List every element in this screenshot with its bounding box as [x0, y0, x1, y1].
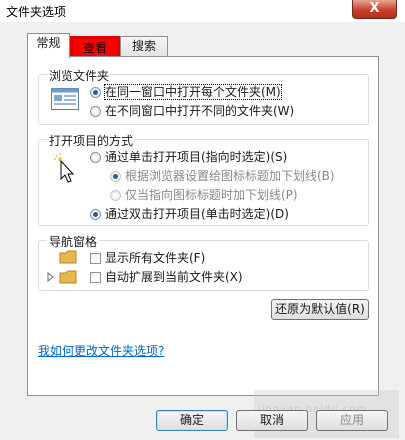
radio-button[interactable]	[90, 106, 101, 117]
folder-icon	[59, 250, 79, 264]
radio-button[interactable]	[90, 87, 101, 98]
radio-double-click-label: 通过双击打开项目(单击时选定)(D)	[105, 207, 289, 221]
checkbox-auto-expand[interactable]: 自动扩展到当前文件夹(X)	[90, 268, 243, 285]
help-link[interactable]: 我如何更改文件夹选项?	[38, 342, 164, 359]
click-items-group: 打开项目的方式 通过单击打开项目(指向时选定)(S) 根据浏览器设置给图标标题加…	[38, 132, 369, 226]
radio-new-window[interactable]: 在不同窗口中打开不同的文件夹(W)	[90, 102, 294, 119]
tab-general[interactable]: 常规	[27, 33, 70, 58]
tab-view[interactable]: 查看	[70, 36, 120, 56]
radio-button[interactable]	[90, 209, 101, 220]
window-title: 文件夹选项	[6, 5, 67, 19]
cursor-click-icon	[53, 152, 75, 184]
radio-new-window-label: 在不同窗口中打开不同的文件夹(W)	[105, 104, 295, 118]
checkbox-auto-expand-label: 自动扩展到当前文件夹(X)	[105, 270, 243, 284]
restore-defaults-button[interactable]: 还原为默认值(R)	[271, 299, 369, 320]
window-layout-icon	[51, 88, 79, 110]
ok-button[interactable]: 确定	[156, 410, 228, 431]
radio-single-click-label: 通过单击打开项目(指向时选定)(S)	[105, 150, 288, 164]
radio-underline-browser-label: 根据浏览器设置给图标标题加下划线(B)	[125, 169, 335, 183]
radio-underline-point-label: 仅当指向图标标题时加下划线(P)	[125, 188, 298, 202]
title-bar: 文件夹选项 X	[0, 0, 405, 22]
browse-folders-title: 浏览文件夹	[47, 67, 112, 84]
folder-options-dialog: 文件夹选项 X 常规 查看 搜索 浏览文件夹 在同一窗口中打开每个文件夹(M)	[0, 0, 405, 440]
apply-button[interactable]: 应用	[316, 410, 388, 431]
radio-button[interactable]	[110, 171, 121, 182]
radio-double-click[interactable]: 通过双击打开项目(单击时选定)(D)	[90, 205, 289, 222]
close-button[interactable]: X	[352, 0, 397, 19]
checkbox[interactable]	[90, 253, 101, 264]
checkbox-show-all-folders[interactable]: 显示所有文件夹(F)	[90, 249, 205, 266]
radio-same-window[interactable]: 在同一窗口中打开每个文件夹(M)	[90, 83, 282, 100]
navigation-pane-title: 导航窗格	[47, 233, 100, 250]
radio-button[interactable]	[90, 152, 101, 163]
expand-folder-icon	[47, 270, 79, 284]
click-items-title: 打开项目的方式	[47, 132, 136, 149]
radio-same-window-label: 在同一窗口中打开每个文件夹(M)	[104, 84, 282, 100]
radio-single-click[interactable]: 通过单击打开项目(指向时选定)(S)	[90, 148, 287, 165]
cancel-button[interactable]: 取消	[236, 410, 308, 431]
radio-underline-browser[interactable]: 根据浏览器设置给图标标题加下划线(B)	[110, 167, 335, 184]
browse-folders-group: 浏览文件夹 在同一窗口中打开每个文件夹(M) 在不同窗口中打开不同的文件夹(W)	[38, 67, 369, 125]
tab-panel-general: 浏览文件夹 在同一窗口中打开每个文件夹(M) 在不同窗口中打开不同的文件夹(W)	[27, 56, 379, 396]
checkbox-show-all-folders-label: 显示所有文件夹(F)	[105, 251, 206, 265]
radio-underline-point[interactable]: 仅当指向图标标题时加下划线(P)	[110, 186, 298, 203]
tab-search[interactable]: 搜索	[120, 36, 168, 56]
checkbox[interactable]	[90, 272, 101, 283]
navigation-pane-group: 导航窗格 显示所有文件夹(F) 自动扩展到当前文件夹(X)	[38, 233, 369, 291]
radio-button[interactable]	[110, 190, 121, 201]
